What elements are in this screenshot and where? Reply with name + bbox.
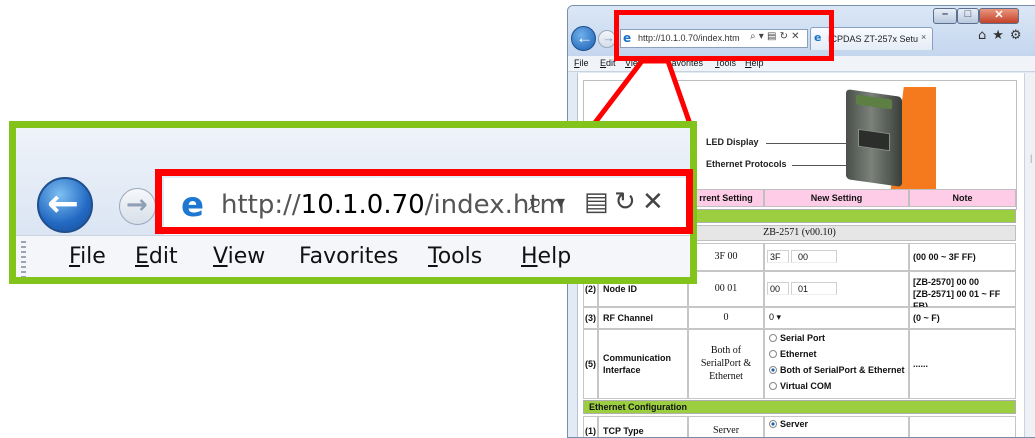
row5-current-line2: SerialPort &	[700, 358, 752, 369]
row2-current: 00 01	[688, 271, 764, 307]
radio-tcp-server[interactable]: Server	[769, 419, 808, 429]
home-icon[interactable]: ⌂	[978, 28, 986, 43]
maximize-button[interactable]: □	[957, 8, 979, 24]
tcp-note	[909, 416, 1016, 437]
row3-name: RF Channel	[598, 307, 688, 329]
frame-top-line	[583, 80, 1016, 81]
vertical-scrollbar[interactable]	[1024, 73, 1035, 437]
row5-note: ......	[909, 329, 1016, 399]
row3-current: 0	[688, 307, 764, 329]
radio-both-icon[interactable]	[769, 366, 777, 374]
radio-tcp-server-icon[interactable]	[769, 420, 777, 428]
row3-num: (3)	[583, 307, 598, 329]
header-note: Note	[909, 189, 1016, 207]
row2-new-input-a[interactable]: 00	[767, 282, 789, 295]
menu-help[interactable]: Help	[521, 244, 571, 269]
small-address-highlight	[614, 10, 834, 61]
row5-current-line3: Ethernet	[709, 371, 743, 382]
zoomed-forward-button[interactable]: →	[119, 188, 156, 225]
radio-virtual-com-icon[interactable]	[769, 382, 777, 390]
zoomed-back-arrow-icon: ←	[47, 181, 79, 225]
close-window-button[interactable]: ✕	[979, 8, 1019, 24]
row5-current: Both of SerialPort & Ethernet	[688, 329, 764, 399]
row5-name: Communication Interface	[598, 329, 688, 399]
row1-current: 3F 00	[688, 243, 764, 271]
menu-file[interactable]: File	[69, 244, 106, 269]
zoomed-menu-bar: File Edit View Favorites Tools Help	[16, 235, 690, 277]
header-current-setting: rrent Setting	[688, 189, 764, 207]
zoomed-forward-arrow-icon: →	[126, 190, 148, 220]
row1-new-input-b[interactable]: 00	[791, 250, 837, 263]
radio-ethernet-label: Ethernet	[780, 349, 817, 359]
tcp-new-cell: Server	[764, 416, 909, 437]
radio-serial-port-icon[interactable]	[769, 334, 777, 342]
row5-num: (5)	[583, 329, 598, 399]
row5-name-line2: Interface	[603, 365, 641, 375]
row3-new-cell: 0 ▾	[764, 307, 909, 329]
menu-view[interactable]: View	[213, 244, 265, 269]
back-arrow-icon: ←	[576, 28, 593, 47]
toolbar-right-icons: ⌂ ★ ⚙	[978, 28, 1028, 43]
zoomed-address-highlight	[155, 169, 693, 234]
tcp-num: (1)	[583, 416, 598, 437]
menu-favorites[interactable]: Favorites	[299, 244, 398, 269]
gear-icon[interactable]: ⚙	[1010, 28, 1022, 43]
radio-virtual-com-label: Virtual COM	[780, 381, 832, 391]
row5-current-line1: Both of	[710, 345, 742, 356]
radio-ethernet[interactable]: Ethernet	[769, 349, 817, 359]
radio-virtual-com[interactable]: Virtual COM	[769, 381, 831, 391]
row3-note: (0 ~ F)	[909, 307, 1016, 329]
radio-tcp-server-label: Server	[780, 419, 809, 429]
ethernet-protocols-pointer	[792, 165, 854, 166]
row2-note-line1: [ZB-2570] 00 00	[913, 277, 980, 287]
menu-edit[interactable]: Edit	[135, 244, 178, 269]
row1-new-input-a[interactable]: 3F	[767, 250, 789, 263]
back-button[interactable]: ←	[571, 26, 596, 51]
radio-both-label: Both of SerialPort & Ethernet	[780, 365, 905, 375]
row5-name-line1: Communication	[603, 353, 672, 363]
tab-title: ICPDAS ZT-257x Setup Pa...	[828, 34, 918, 44]
radio-serial-port[interactable]: Serial Port	[769, 333, 825, 343]
frame-right-line	[1016, 80, 1017, 210]
led-display-label: LED Display	[706, 137, 759, 147]
led-display-pointer	[766, 143, 852, 144]
menu-grip-handle	[21, 241, 26, 277]
row2-note: [ZB-2570] 00 00 [ZB-2571] 00 01 ~ FF FB)	[909, 271, 1016, 311]
radio-ethernet-icon[interactable]	[769, 350, 777, 358]
row2-new-input-b[interactable]: 01	[791, 282, 837, 295]
tcp-current: Server	[688, 416, 764, 437]
row5-new-cell: Serial Port Ethernet Both of SerialPort …	[764, 329, 909, 399]
row2-new-cell: 00 01	[764, 271, 909, 307]
menu-tools[interactable]: Tools	[428, 244, 482, 269]
tab-close-icon[interactable]: ×	[921, 32, 926, 42]
header-new-setting: New Setting	[764, 189, 909, 207]
zoomed-back-button[interactable]: ←	[37, 177, 93, 233]
row1-new-cell: 3F 00	[764, 243, 909, 271]
favorites-star-icon[interactable]: ★	[992, 28, 1004, 43]
device-image	[846, 89, 902, 187]
minimize-button[interactable]: –	[933, 8, 957, 24]
rf-channel-select[interactable]: 0 ▾	[767, 311, 801, 324]
menu-file-small[interactable]: File	[574, 58, 589, 68]
tcp-name: TCP Type	[598, 416, 688, 437]
ethernet-configuration-bar: Ethernet Configuration	[583, 400, 1016, 414]
row1-note: (00 00 ~ 3F FF)	[909, 243, 1016, 271]
radio-both[interactable]: Both of SerialPort & Ethernet	[769, 365, 905, 375]
radio-serial-port-label: Serial Port	[780, 333, 826, 343]
ethernet-protocols-label: Ethernet Protocols	[706, 159, 787, 169]
